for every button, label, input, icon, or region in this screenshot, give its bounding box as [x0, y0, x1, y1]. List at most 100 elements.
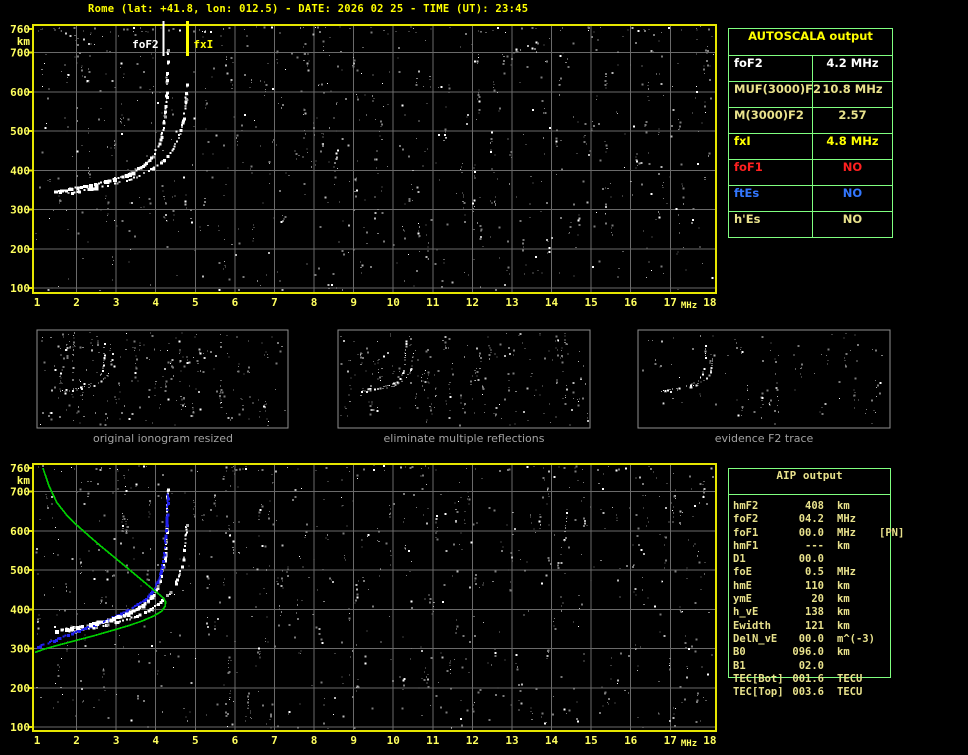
aip-row-foE: foE 0.5 MHz: [728, 566, 898, 579]
aip-param-label: foF1: [733, 526, 759, 539]
axis-label: 500: [10, 564, 30, 577]
aip-param-label: h_vE: [733, 606, 759, 619]
aip-row-TEC[Bot]: TEC[Bot] 001.6 TECU: [728, 673, 898, 686]
aip-param-unit: m^(-3): [837, 632, 875, 645]
axis-label: 700: [10, 47, 30, 60]
axis-label: MHz: [681, 301, 697, 311]
axis-label: 400: [10, 603, 30, 616]
axis-label: 1: [34, 296, 41, 309]
aip-param-unit: km: [837, 593, 850, 606]
autoscala-row-fxI: fxI 4.8 MHz: [729, 134, 892, 160]
axis-label: 100: [10, 282, 30, 295]
axis-label: 8: [311, 734, 318, 747]
axis-label: 2: [73, 734, 80, 747]
aip-param-value: 00.0: [798, 526, 824, 539]
aip-param-unit: MHz: [837, 526, 856, 539]
autoscala-param-label: foF1: [729, 160, 813, 185]
aip-param-label: DelN_vE: [733, 632, 778, 645]
aip-param-label: hmF2: [733, 500, 759, 512]
aip-param-unit: [837, 553, 879, 566]
thumbnail-eliminate-reflections: [337, 329, 591, 429]
autoscala-param-value: 10.8 MHz: [822, 82, 883, 96]
aip-row-foF1: foF1 00.0 MHz [PN]: [728, 526, 904, 540]
aip-param-unit: TECU: [837, 672, 863, 685]
top-plot-x-axis: 1 2 3 4 5 6 7 8 9 10 11 12 13 14 15 16 17 18MHz: [34, 296, 717, 311]
aip-row-D1: D1 00.0: [728, 553, 898, 566]
thumbnail-caption-1: original ionogram resized: [93, 432, 233, 445]
autoscala-param-label: MUF(3000)F2: [729, 82, 821, 107]
aip-row-ymE: ymE 20 km: [728, 593, 898, 606]
axis-label: 11: [426, 296, 440, 309]
aip-param-value: 02.0: [798, 659, 824, 672]
aip-param-value: ---: [805, 539, 824, 552]
aip-param-value: 00.0: [798, 553, 824, 566]
axis-label: 15: [584, 296, 597, 309]
bottom-plot-y-axis: 760700600500400300200100km: [10, 462, 33, 734]
aip-param-label: foF2: [733, 513, 759, 526]
aip-param-unit: km: [837, 619, 850, 632]
autoscala-table-rows: foF2 4.2 MHz MUF(3000)F2 10.8 MHz M(3000)F2 2…: [729, 56, 892, 237]
autoscala-row-foF2: foF2 4.2 MHz: [729, 56, 892, 82]
aip-param-value: 001.6: [792, 672, 824, 685]
aip-param-label: Ewidth: [733, 619, 771, 632]
axis-label: 16: [624, 296, 638, 309]
aip-param-value: 110: [805, 579, 824, 592]
axis-label: km: [17, 35, 31, 48]
aip-row-B0: B0 096.0 km: [728, 646, 898, 659]
axis-label: 11: [426, 734, 440, 747]
axis-label: 9: [350, 734, 357, 747]
axis-label: 6: [232, 734, 239, 747]
aip-row-TEC[Top]: TEC[Top] 003.6 TECU: [728, 686, 898, 699]
autoscala-param-value: 4.8 MHz: [826, 134, 879, 148]
autoscala-param-label: ftEs: [729, 186, 813, 211]
autoscala-row-h'Es: h'Es NO: [729, 212, 892, 237]
aip-param-unit: MHz: [837, 513, 856, 526]
aip-table-rows: hmF2 408 km foF2 04.2 MHz foF1 00.0 MHz [PN] hmF1 -…: [728, 500, 904, 699]
axis-label: 8: [311, 296, 318, 309]
aip-param-value: 04.2: [798, 513, 824, 526]
thumbnail-evidence-f2-trace: [637, 329, 891, 429]
axis-label: 300: [10, 204, 30, 217]
axis-label: 4: [152, 734, 159, 747]
aip-row-hmF1: hmF1 --- km: [728, 540, 898, 553]
aip-param-value: 121: [805, 619, 824, 632]
aip-param-unit: km: [837, 539, 850, 552]
axis-label: 600: [10, 86, 30, 99]
autoscala-param-label: h'Es: [729, 212, 813, 237]
aip-row-foF2: foF2 04.2 MHz: [728, 513, 898, 526]
aip-row-B1: B1 02.0: [728, 660, 898, 673]
aip-row-Ewidth: Ewidth 121 km: [728, 620, 898, 633]
axis-label: 12: [466, 296, 479, 309]
axis-label: 400: [10, 164, 30, 177]
thumbnail-caption-2: eliminate multiple reflections: [383, 432, 545, 445]
axis-label: 18: [703, 296, 716, 309]
axis-label: 15: [584, 734, 597, 747]
axis-label: 10: [387, 296, 400, 309]
aip-param-value: 096.0: [792, 646, 824, 659]
aip-param-label: B0: [733, 646, 746, 659]
aip-param-unit: TECU: [837, 686, 863, 699]
bottom-profile-plot: [32, 463, 717, 732]
electron-density-profile-curve: [34, 467, 167, 654]
aip-param-value: 408: [805, 500, 824, 512]
autoscala-param-value: 2.57: [838, 108, 867, 122]
axis-label: 13: [505, 296, 518, 309]
aip-param-label: B1: [733, 659, 746, 672]
aip-param-value: 138: [805, 606, 824, 619]
autoscala-param-value: NO: [842, 186, 863, 200]
aip-param-label: hmF1: [733, 539, 759, 552]
axis-label: 4: [152, 296, 159, 309]
aip-row-DelN_vE: DelN_vE 00.0 m^(-3): [728, 633, 898, 646]
axis-label: 7: [271, 296, 278, 309]
aip-param-unit: km: [837, 646, 850, 659]
aip-param-extra: [PN]: [879, 526, 905, 539]
autoscala-param-label: M(3000)F2: [729, 108, 813, 133]
axis-label: 300: [10, 643, 30, 656]
axis-label: 13: [505, 734, 518, 747]
axis-label: fxI: [193, 38, 213, 51]
aip-param-value: 20: [811, 593, 824, 606]
autoscala-param-label: foF2: [729, 56, 813, 81]
axis-label: 3: [113, 296, 120, 309]
autoscala-param-value: 4.2 MHz: [826, 56, 879, 70]
axis-label: 2: [73, 296, 80, 309]
